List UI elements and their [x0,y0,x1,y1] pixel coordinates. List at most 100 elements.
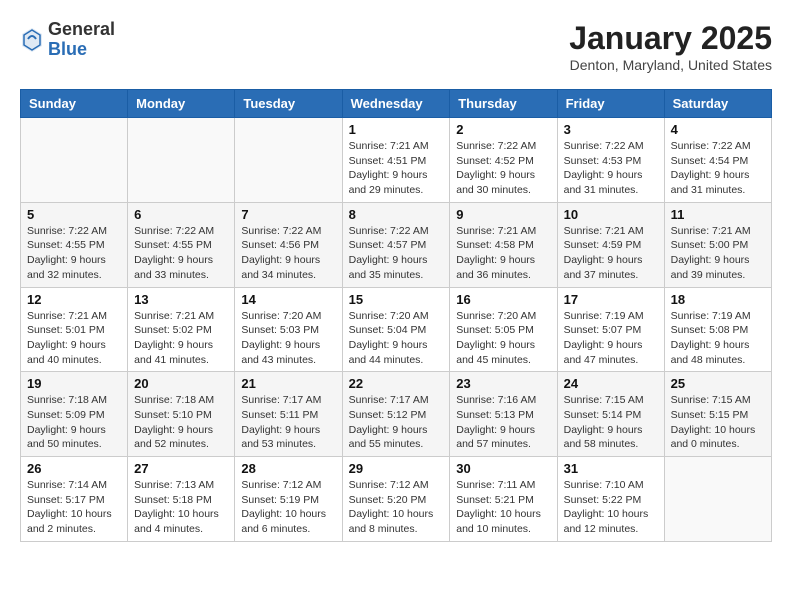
day-info: Sunrise: 7:21 AMSunset: 4:51 PMDaylight:… [349,139,444,198]
calendar-cell: 2Sunrise: 7:22 AMSunset: 4:52 PMDaylight… [450,118,557,203]
day-info: Sunrise: 7:10 AMSunset: 5:22 PMDaylight:… [564,478,658,537]
calendar-cell: 12 Sunrise: 7:21 AMSunset: 5:01 PMDayligh… [21,287,128,372]
calendar-cell: 6 Sunrise: 7:22 AMSunset: 4:55 PMDaylight… [128,202,235,287]
day-number: 11 [671,207,765,222]
calendar-cell [128,118,235,203]
day-info: Sunrise: 7:15 AMSunset: 5:15 PMDaylight:… [671,393,765,452]
day-info: Sunrise: 7:16 AMSunset: 5:13 PMDaylight:… [456,393,550,452]
day-number: 27 [134,461,228,476]
day-info: Sunrise: 7:13 AMSunset: 5:18 PMDaylight:… [134,478,228,537]
day-number: 3 [564,122,658,137]
calendar-cell: 13Sunrise: 7:21 AMSunset: 5:02 PMDayligh… [128,287,235,372]
calendar-cell: 22 Sunrise: 7:17 AMSunset: 5:12 PMDayligh… [342,372,450,457]
day-info: Sunrise: 7:21 AMSunset: 4:58 PMDaylight:… [456,224,550,283]
day-number: 19 [27,376,121,391]
day-info: Sunrise: 7:19 AMSunset: 5:07 PMDaylight:… [564,309,658,368]
weekday-header-sunday: Sunday [21,90,128,118]
weekday-header-monday: Monday [128,90,235,118]
day-info: Sunrise: 7:21 AMSunset: 5:01 PMDaylight:… [27,309,121,368]
calendar-cell: 31 Sunrise: 7:10 AMSunset: 5:22 PMDayligh… [557,457,664,542]
calendar-cell: 25 Sunrise: 7:15 AMSunset: 5:15 PMDayligh… [664,372,771,457]
weekday-header-wednesday: Wednesday [342,90,450,118]
weekday-header-thursday: Thursday [450,90,557,118]
day-info: Sunrise: 7:22 AMSunset: 4:57 PMDaylight:… [349,224,444,283]
day-info: Sunrise: 7:17 AMSunset: 5:12 PMDaylight:… [349,393,444,452]
weekday-header-tuesday: Tuesday [235,90,342,118]
calendar-cell [664,457,771,542]
day-info: Sunrise: 7:21 AMSunset: 4:59 PMDaylight:… [564,224,658,283]
logo-blue-text: Blue [48,40,115,60]
day-number: 23 [456,376,550,391]
day-info: Sunrise: 7:17 AMSunset: 5:11 PMDaylight:… [241,393,335,452]
logo-text: General Blue [48,20,115,60]
calendar-cell: 23 Sunrise: 7:16 AMSunset: 5:13 PMDayligh… [450,372,557,457]
day-number: 16 [456,292,550,307]
title-block: January 2025 Denton, Maryland, United St… [569,20,772,73]
day-number: 21 [241,376,335,391]
calendar-cell: 9 Sunrise: 7:21 AMSunset: 4:58 PMDaylight… [450,202,557,287]
calendar-cell [235,118,342,203]
day-number: 12 [27,292,121,307]
day-info: Sunrise: 7:22 AMSunset: 4:52 PMDaylight:… [456,139,550,198]
day-info: Sunrise: 7:15 AMSunset: 5:14 PMDaylight:… [564,393,658,452]
day-number: 26 [27,461,121,476]
day-info: Sunrise: 7:18 AMSunset: 5:09 PMDaylight:… [27,393,121,452]
day-number: 30 [456,461,550,476]
weekday-header-row: SundayMondayTuesdayWednesdayThursdayFrid… [21,90,772,118]
day-info: Sunrise: 7:19 AMSunset: 5:08 PMDaylight:… [671,309,765,368]
day-number: 22 [349,376,444,391]
calendar-cell: 8Sunrise: 7:22 AMSunset: 4:57 PMDaylight… [342,202,450,287]
weekday-header-saturday: Saturday [664,90,771,118]
day-info: Sunrise: 7:12 AMSunset: 5:20 PMDaylight:… [349,478,444,537]
page-header: General Blue January 2025 Denton, Maryla… [20,20,772,73]
day-info: Sunrise: 7:12 AMSunset: 5:19 PMDaylight:… [241,478,335,537]
day-info: Sunrise: 7:18 AMSunset: 5:10 PMDaylight:… [134,393,228,452]
day-number: 14 [241,292,335,307]
day-number: 24 [564,376,658,391]
day-info: Sunrise: 7:11 AMSunset: 5:21 PMDaylight:… [456,478,550,537]
day-number: 17 [564,292,658,307]
calendar-cell: 21 Sunrise: 7:17 AMSunset: 5:11 PMDayligh… [235,372,342,457]
day-number: 1 [349,122,444,137]
calendar-cell [21,118,128,203]
day-info: Sunrise: 7:20 AMSunset: 5:05 PMDaylight:… [456,309,550,368]
day-number: 31 [564,461,658,476]
day-number: 7 [241,207,335,222]
day-info: Sunrise: 7:22 AMSunset: 4:54 PMDaylight:… [671,139,765,198]
calendar-cell: 15 Sunrise: 7:20 AMSunset: 5:04 PMDayligh… [342,287,450,372]
logo-icon [20,26,44,54]
calendar-cell: 27 Sunrise: 7:13 AMSunset: 5:18 PMDayligh… [128,457,235,542]
calendar-cell: 4Sunrise: 7:22 AMSunset: 4:54 PMDaylight… [664,118,771,203]
day-number: 18 [671,292,765,307]
day-info: Sunrise: 7:22 AMSunset: 4:53 PMDaylight:… [564,139,658,198]
day-number: 29 [349,461,444,476]
calendar-table: SundayMondayTuesdayWednesdayThursdayFrid… [20,89,772,542]
calendar-cell: 30 Sunrise: 7:11 AMSunset: 5:21 PMDayligh… [450,457,557,542]
day-info: Sunrise: 7:22 AMSunset: 4:55 PMDaylight:… [134,224,228,283]
calendar-cell: 10Sunrise: 7:21 AMSunset: 4:59 PMDayligh… [557,202,664,287]
day-number: 9 [456,207,550,222]
weekday-header-friday: Friday [557,90,664,118]
logo: General Blue [20,20,115,60]
calendar-cell: 5Sunrise: 7:22 AMSunset: 4:55 PMDaylight… [21,202,128,287]
calendar-cell: 24 Sunrise: 7:15 AMSunset: 5:14 PMDayligh… [557,372,664,457]
calendar-cell: 17 Sunrise: 7:19 AMSunset: 5:07 PMDayligh… [557,287,664,372]
calendar-cell: 3 Sunrise: 7:22 AMSunset: 4:53 PMDaylight… [557,118,664,203]
calendar-week-row: 12 Sunrise: 7:21 AMSunset: 5:01 PMDayligh… [21,287,772,372]
day-info: Sunrise: 7:14 AMSunset: 5:17 PMDaylight:… [27,478,121,537]
calendar-week-row: 19 Sunrise: 7:18 AMSunset: 5:09 PMDayligh… [21,372,772,457]
calendar-week-row: 1 Sunrise: 7:21 AMSunset: 4:51 PMDaylight… [21,118,772,203]
location-text: Denton, Maryland, United States [569,57,772,73]
day-number: 20 [134,376,228,391]
day-number: 6 [134,207,228,222]
day-number: 25 [671,376,765,391]
day-info: Sunrise: 7:21 AMSunset: 5:00 PMDaylight:… [671,224,765,283]
day-info: Sunrise: 7:20 AMSunset: 5:04 PMDaylight:… [349,309,444,368]
calendar-cell: 20 Sunrise: 7:18 AMSunset: 5:10 PMDayligh… [128,372,235,457]
calendar-cell: 28Sunrise: 7:12 AMSunset: 5:19 PMDayligh… [235,457,342,542]
calendar-cell: 1 Sunrise: 7:21 AMSunset: 4:51 PMDaylight… [342,118,450,203]
day-number: 15 [349,292,444,307]
calendar-cell: 18 Sunrise: 7:19 AMSunset: 5:08 PMDayligh… [664,287,771,372]
logo-general-text: General [48,20,115,40]
calendar-cell: 11 Sunrise: 7:21 AMSunset: 5:00 PMDayligh… [664,202,771,287]
